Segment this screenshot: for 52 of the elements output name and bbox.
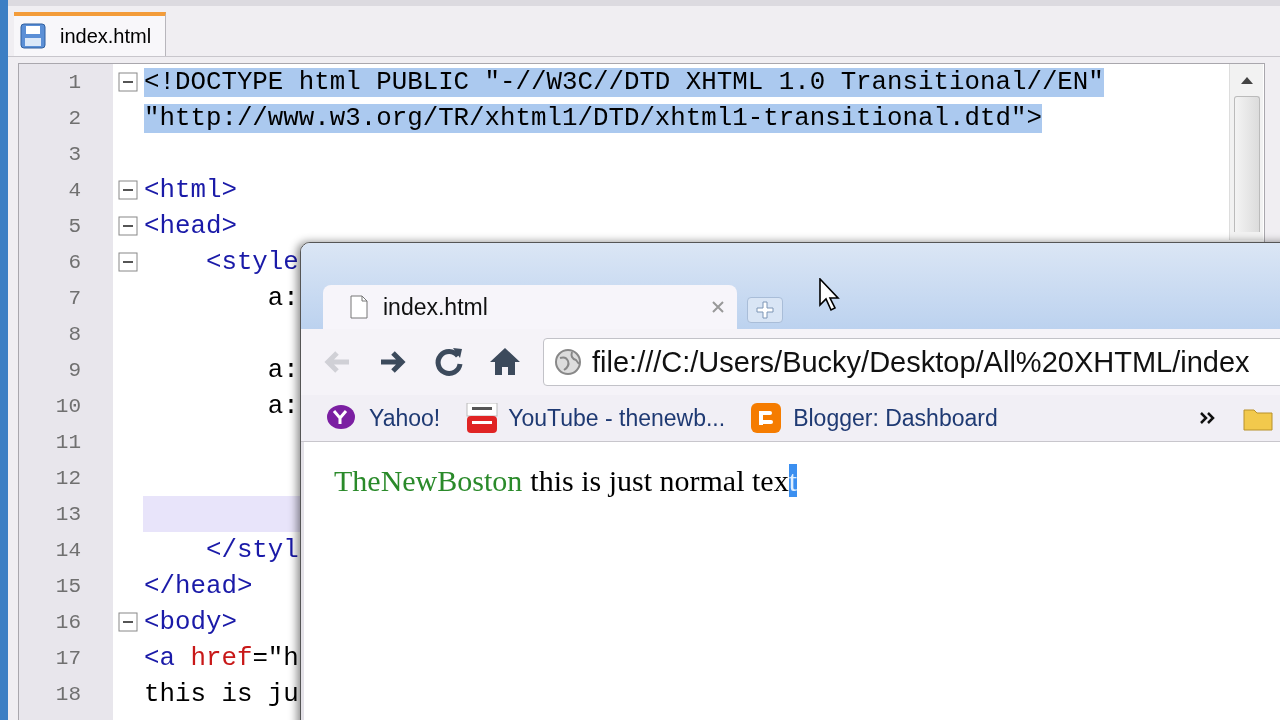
browser-tab[interactable]: index.html [323, 285, 737, 329]
line-number: 11 [54, 430, 81, 454]
scrollbar[interactable] [1229, 64, 1263, 240]
bookmark[interactable]: Blogger: Dashboard [751, 403, 998, 433]
collapse-icon[interactable] [118, 72, 138, 92]
line-number: 6 [67, 250, 81, 274]
close-icon[interactable] [711, 300, 725, 314]
line-number: 13 [54, 502, 81, 526]
collapse-icon[interactable] [118, 180, 138, 200]
line-number: 3 [67, 142, 81, 166]
tv-logo-icon [466, 403, 499, 433]
line-number: 17 [54, 646, 81, 670]
code-line: </styl [204, 535, 299, 565]
plus-icon [756, 301, 774, 319]
code-line: <head> [144, 211, 237, 241]
code-line: this is ju [144, 679, 299, 709]
globe-icon [554, 348, 582, 376]
line-number: 2 [67, 106, 81, 130]
page-icon [349, 295, 369, 319]
address-bar[interactable]: file:///C:/Users/Bucky/Desktop/All%20XHTML/index [543, 338, 1280, 386]
code-line: <style [204, 247, 299, 277]
collapse-icon[interactable] [118, 252, 138, 272]
line-number: 7 [67, 286, 81, 310]
bookmark[interactable]: Yahoo! [327, 403, 441, 433]
code-line: <html> [144, 175, 237, 205]
line-number: 15 [54, 574, 81, 598]
code-line: <a href="h [144, 643, 299, 673]
code-line: a: [266, 283, 299, 313]
file-tab[interactable]: index.html [14, 12, 167, 56]
line-number: 9 [67, 358, 81, 382]
line-number: 8 [67, 322, 81, 346]
collapse-icon[interactable] [118, 612, 138, 632]
page-link[interactable]: TheNewBoston [334, 464, 523, 498]
scroll-thumb[interactable] [1233, 96, 1260, 232]
cursor-icon [818, 278, 840, 312]
line-number: 18 [54, 682, 81, 706]
code-line: <body> [144, 607, 237, 637]
line-number: 10 [54, 394, 81, 418]
code-line: a: [266, 391, 299, 421]
line-number: 5 [67, 214, 81, 238]
line-number: 1 [67, 70, 81, 94]
line-number: 16 [54, 610, 81, 634]
chevron-icon[interactable] [1199, 411, 1215, 425]
line-number: 12 [54, 466, 81, 490]
code-line: a: [266, 355, 299, 385]
line-number: 14 [54, 538, 81, 562]
code-line: </head> [144, 571, 253, 601]
line-number: 4 [67, 178, 81, 202]
collapse-icon[interactable] [118, 216, 138, 236]
bookmark[interactable]: YouTube - thenewb... [466, 403, 726, 433]
save-icon [20, 23, 46, 49]
blog-logo-icon [751, 403, 784, 433]
